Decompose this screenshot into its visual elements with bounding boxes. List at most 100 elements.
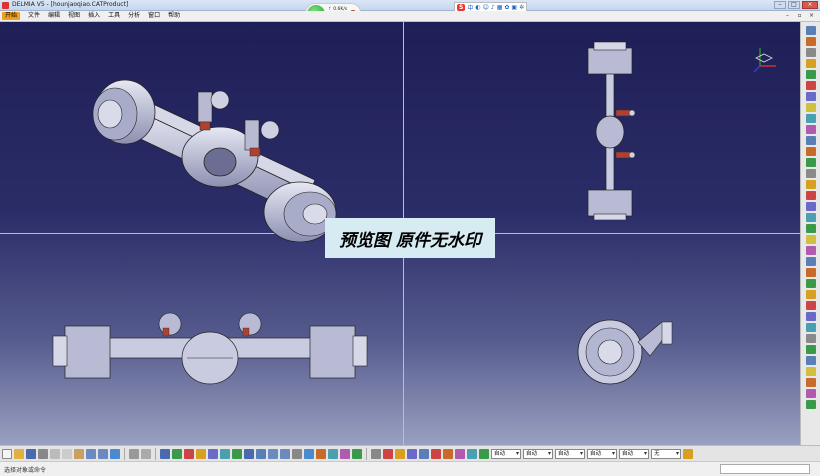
menu-window[interactable]: 窗口: [144, 12, 164, 20]
tool-b-icon[interactable]: [383, 448, 393, 459]
iso-view-icon[interactable]: [316, 448, 326, 459]
menu-view[interactable]: 视图: [64, 12, 84, 20]
redo-icon[interactable]: [98, 448, 108, 459]
tool-11-icon[interactable]: [805, 136, 816, 145]
tool-9-icon[interactable]: [805, 114, 816, 123]
paint-icon[interactable]: [683, 448, 693, 459]
3d-viewport[interactable]: 预览图 原件无水印: [0, 22, 800, 445]
tool-4-icon[interactable]: [805, 59, 816, 68]
tool-5-icon[interactable]: [805, 70, 816, 79]
zoom-out-icon[interactable]: [280, 448, 290, 459]
compass-icon[interactable]: [752, 44, 782, 74]
emoji-icon[interactable]: ☺: [483, 4, 489, 11]
tool-31-icon[interactable]: [805, 356, 816, 365]
combo-4[interactable]: 自动: [587, 448, 617, 459]
tool-23-icon[interactable]: [805, 268, 816, 277]
tool-34-icon[interactable]: [805, 389, 816, 398]
doc-restore-button[interactable]: ▫: [795, 12, 804, 20]
menu-insert[interactable]: 插入: [84, 12, 104, 20]
tool-2-icon[interactable]: [805, 37, 816, 46]
menu-edit[interactable]: 编辑: [44, 12, 64, 20]
shading-icon[interactable]: [328, 448, 338, 459]
tool-7-icon[interactable]: [805, 92, 816, 101]
close-button[interactable]: ×: [802, 1, 818, 9]
tool-i-icon[interactable]: [467, 448, 477, 459]
save-icon[interactable]: [26, 448, 36, 459]
tool-35-icon[interactable]: [805, 400, 816, 409]
skin-icon[interactable]: ✿: [504, 4, 509, 11]
multi-view-icon[interactable]: [304, 448, 314, 459]
tool-20-icon[interactable]: [805, 235, 816, 244]
tool-15-icon[interactable]: [805, 180, 816, 189]
combo-2[interactable]: 自动: [523, 448, 553, 459]
view-1-icon[interactable]: [160, 448, 170, 459]
tool-6-icon[interactable]: [805, 81, 816, 90]
tool-c-icon[interactable]: [395, 448, 405, 459]
tool-26-icon[interactable]: [805, 301, 816, 310]
axle-isometric-view[interactable]: [70, 52, 370, 242]
minimize-button[interactable]: –: [774, 1, 786, 9]
axle-front-view[interactable]: [45, 310, 375, 390]
undo-icon[interactable]: [86, 448, 96, 459]
view-3-icon[interactable]: [184, 448, 194, 459]
tool-19-icon[interactable]: [805, 224, 816, 233]
view-2-icon[interactable]: [172, 448, 182, 459]
punct-icon[interactable]: ◐: [475, 4, 480, 11]
combo-3[interactable]: 自动: [555, 448, 585, 459]
tool-10-icon[interactable]: [805, 125, 816, 134]
menu-start[interactable]: 开始: [2, 12, 21, 20]
paste-icon[interactable]: [74, 448, 84, 459]
tool-8-icon[interactable]: [805, 103, 816, 112]
tool-j-icon[interactable]: [479, 448, 489, 459]
tool-18-icon[interactable]: [805, 213, 816, 222]
cut-icon[interactable]: [50, 448, 60, 459]
menu-tools[interactable]: 工具: [104, 12, 124, 20]
help-icon[interactable]: [110, 448, 120, 459]
doc-minimize-button[interactable]: –: [783, 12, 792, 20]
menu-help[interactable]: 帮助: [164, 12, 184, 20]
tool-21-icon[interactable]: [805, 246, 816, 255]
view-6-icon[interactable]: [220, 448, 230, 459]
voice-icon[interactable]: ♪: [491, 4, 495, 11]
axle-top-view[interactable]: [580, 40, 640, 220]
doc-close-button[interactable]: ×: [807, 12, 816, 20]
tool-a-icon[interactable]: [371, 448, 381, 459]
comment-icon[interactable]: [141, 448, 151, 459]
axle-side-view[interactable]: [570, 312, 680, 392]
tool-16-icon[interactable]: [805, 191, 816, 200]
tool-3-icon[interactable]: [805, 48, 816, 57]
tool-h-icon[interactable]: [455, 448, 465, 459]
tool-32-icon[interactable]: [805, 367, 816, 376]
tool-24-icon[interactable]: [805, 279, 816, 288]
print-icon[interactable]: [38, 448, 48, 459]
tool-28-icon[interactable]: [805, 323, 816, 332]
tool-13-icon[interactable]: [805, 158, 816, 167]
tool-e-icon[interactable]: [419, 448, 429, 459]
rotate-icon[interactable]: [256, 448, 266, 459]
pan-icon[interactable]: [244, 448, 254, 459]
combo-5[interactable]: 自动: [619, 448, 649, 459]
open-icon[interactable]: [14, 448, 24, 459]
tool-29-icon[interactable]: [805, 334, 816, 343]
sogou-logo-icon[interactable]: S: [457, 3, 466, 11]
tool-1-icon[interactable]: [805, 26, 816, 35]
tool-27-icon[interactable]: [805, 312, 816, 321]
command-input[interactable]: [720, 464, 810, 474]
tool-22-icon[interactable]: [805, 257, 816, 266]
tool-12-icon[interactable]: [805, 147, 816, 156]
formula-icon[interactable]: [129, 448, 139, 459]
settings-icon[interactable]: ✲: [519, 4, 524, 11]
menu-analyze[interactable]: 分析: [124, 12, 144, 20]
new-icon[interactable]: [2, 448, 12, 459]
view-5-icon[interactable]: [208, 448, 218, 459]
keyboard-icon[interactable]: ▦: [497, 4, 503, 11]
combo-1[interactable]: 自动: [491, 448, 521, 459]
tool-g-icon[interactable]: [443, 448, 453, 459]
tool-14-icon[interactable]: [805, 169, 816, 178]
swap-icon[interactable]: [352, 448, 362, 459]
tool-f-icon[interactable]: [431, 448, 441, 459]
tool-d-icon[interactable]: [407, 448, 417, 459]
zoom-in-icon[interactable]: [268, 448, 278, 459]
maximize-button[interactable]: □: [788, 1, 800, 9]
fit-all-icon[interactable]: [232, 448, 242, 459]
